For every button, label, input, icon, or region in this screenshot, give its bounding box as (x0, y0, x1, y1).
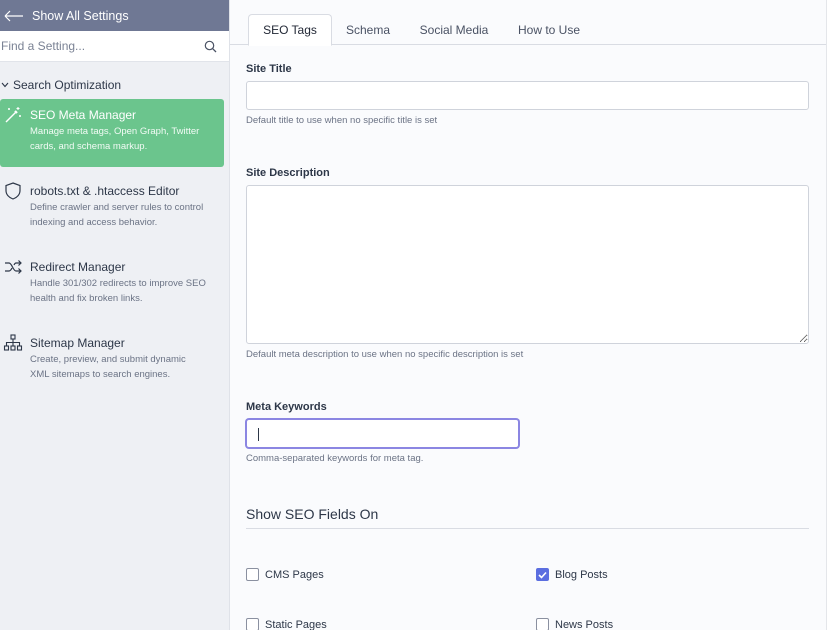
tab-schema[interactable]: Schema (338, 14, 398, 45)
checkmark-icon (538, 571, 547, 579)
sidebar-item-desc: Handle 301/302 redirects to improve SEO (30, 278, 206, 289)
checkbox-news-posts[interactable]: News Posts (536, 618, 613, 630)
show-seo-fields-heading: Show SEO Fields On (246, 506, 809, 529)
checkbox-static-pages[interactable]: Static Pages (246, 618, 327, 630)
checkbox-label: News Posts (555, 618, 614, 630)
sidebar-item-desc: Define crawler and server rules to contr… (30, 202, 204, 213)
sidebar-item-title: Sitemap Manager (30, 336, 125, 350)
magic-wand-icon (5, 107, 21, 123)
site-description-hint: Default meta description to use when no … (246, 349, 524, 360)
site-title-hint: Default title to use when no specific ti… (246, 115, 438, 126)
main-panel: SEO Tags Schema Social Media How to Use … (230, 0, 826, 630)
setting-search-input[interactable] (1, 39, 204, 53)
meta-keywords-input[interactable] (246, 419, 519, 448)
sidebar-item-desc: XML sitemaps to search engines. (30, 369, 171, 380)
sidebar-item-desc: Create, preview, and submit dynamic (30, 354, 186, 365)
show-all-settings-button[interactable]: Show All Settings (0, 0, 229, 31)
checkbox-label: CMS Pages (265, 568, 324, 581)
shield-icon (5, 182, 21, 200)
sidebar-item-desc: cards, and schema markup. (30, 141, 148, 152)
sidebar-item-seo-meta-manager[interactable]: SEO Meta Manager Manage meta tags, Open … (0, 99, 224, 167)
sidebar-item-title: Redirect Manager (30, 260, 126, 274)
tab-seo-tags[interactable]: SEO Tags (248, 14, 332, 46)
checkbox-blog-posts[interactable]: Blog Posts (536, 568, 608, 581)
sidebar-item-title: SEO Meta Manager (30, 108, 137, 122)
sidebar-item-title: robots.txt & .htaccess Editor (30, 184, 180, 198)
tab-how-to-use[interactable]: How to Use (512, 14, 586, 45)
setting-search (0, 31, 229, 62)
sidebar-item-desc: Manage meta tags, Open Graph, Twitter (30, 126, 200, 137)
site-title-label: Site Title (246, 63, 292, 75)
site-description-label: Site Description (246, 167, 330, 179)
checkbox-box[interactable] (246, 618, 259, 630)
site-title-input[interactable] (246, 81, 809, 110)
sidebar-item-desc: indexing and access behavior. (30, 217, 158, 228)
right-edge-panel (826, 0, 838, 630)
section-search-optimization[interactable]: Search Optimization (0, 62, 229, 98)
checkbox-box[interactable] (246, 568, 259, 581)
tab-bar: SEO Tags Schema Social Media How to Use (230, 14, 826, 46)
back-arrow-icon (4, 10, 23, 21)
checkbox-box[interactable] (536, 568, 549, 581)
search-icon[interactable] (204, 40, 217, 53)
section-title: Search Optimization (13, 77, 122, 92)
sidebar-item-robots-htaccess-editor[interactable]: robots.txt & .htaccess Editor Define cra… (0, 175, 224, 243)
text-cursor (258, 428, 259, 441)
settings-sidebar: Show All Settings Search Optimization SE… (0, 0, 230, 630)
checkbox-cms-pages[interactable]: CMS Pages (246, 568, 324, 581)
checkbox-label: Blog Posts (555, 568, 608, 581)
sidebar-item-sitemap-manager[interactable]: Sitemap Manager Create, preview, and sub… (0, 327, 224, 395)
meta-keywords-label: Meta Keywords (246, 401, 327, 413)
sidebar-item-redirect-manager[interactable]: Redirect Manager Handle 301/302 redirect… (0, 251, 224, 319)
sitemap-icon (3, 334, 23, 351)
shuffle-icon (5, 260, 22, 274)
checkbox-label: Static Pages (265, 618, 327, 630)
meta-keywords-hint: Comma-separated keywords for meta tag. (246, 453, 424, 464)
show-all-settings-label: Show All Settings (32, 8, 129, 23)
chevron-down-icon (1, 82, 9, 87)
site-description-textarea[interactable] (246, 185, 809, 344)
sidebar-item-desc: health and fix broken links. (30, 293, 143, 304)
tab-social-media[interactable]: Social Media (412, 14, 496, 45)
checkbox-box[interactable] (536, 618, 549, 630)
